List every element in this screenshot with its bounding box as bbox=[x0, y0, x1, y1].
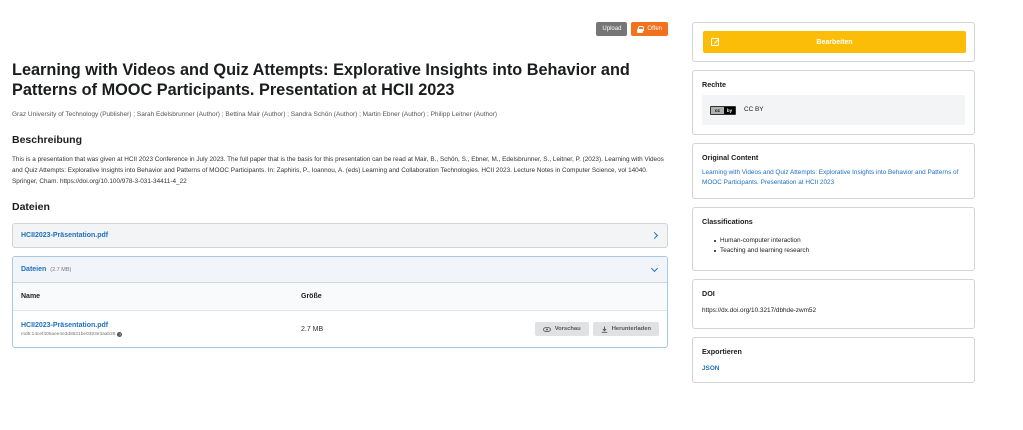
access-badge: Offen bbox=[631, 22, 668, 36]
license-box[interactable]: cc by CC BY bbox=[702, 95, 965, 125]
column-name: Name bbox=[21, 293, 41, 300]
files-box-title[interactable]: Dateien (2.7 MB) bbox=[21, 266, 71, 273]
doi-body: https://dx.doi.org/10.3217/dbhde-zwm52 bbox=[693, 306, 974, 328]
edit-button-label: Bearbeiten bbox=[816, 38, 853, 46]
file-preview-accordion[interactable]: HCII2023-Präsentation.pdf bbox=[12, 223, 668, 248]
file-size: 2.7 MB bbox=[301, 325, 324, 333]
files-heading: Dateien bbox=[12, 201, 50, 213]
eye-icon bbox=[542, 326, 551, 332]
question-circle-icon[interactable]: ? bbox=[117, 331, 123, 337]
files-box: Dateien (2.7 MB) Name Größe HCII2023-Prä… bbox=[12, 256, 668, 348]
creators-list: Graz University of Technology (Publisher… bbox=[12, 111, 498, 118]
classifications-list: Human-computer interaction Teaching and … bbox=[702, 236, 965, 256]
preview-button[interactable]: Vorschau bbox=[534, 322, 589, 336]
description-text: This is a presentation that was given at… bbox=[12, 156, 664, 185]
export-json-link[interactable]: JSON bbox=[702, 365, 719, 372]
upload-badge: Upload bbox=[596, 22, 628, 36]
original-content-card: Original Content Learning with Videos an… bbox=[692, 143, 975, 199]
preview-button-label: Vorschau bbox=[554, 326, 581, 332]
rights-body: cc by CC BY bbox=[693, 95, 974, 134]
doi-value: https://dx.doi.org/10.3217/dbhde-zwm52 bbox=[702, 307, 817, 314]
cc-by-icon: cc by bbox=[710, 105, 736, 115]
chevron-right-icon[interactable] bbox=[650, 231, 659, 240]
record-title: Learning with Videos and Quiz Attempts: … bbox=[12, 61, 630, 99]
files-box-header[interactable]: Dateien (2.7 MB) bbox=[13, 257, 667, 283]
download-icon bbox=[601, 326, 607, 333]
description-heading: Beschreibung bbox=[12, 134, 83, 146]
license-label: CC BY bbox=[744, 106, 764, 113]
access-badge-label: Offen bbox=[647, 26, 662, 32]
rights-card: Rechte cc by CC BY bbox=[692, 70, 975, 135]
chevron-down-icon[interactable] bbox=[650, 264, 659, 272]
record-main: Upload Offen Learning with Videos and Qu… bbox=[12, 22, 668, 348]
classifications-card: Classifications Human-computer interacti… bbox=[692, 207, 975, 271]
column-size: Größe bbox=[301, 293, 322, 300]
original-content-body: Learning with Videos and Quiz Attempts: … bbox=[693, 168, 974, 198]
original-content-heading: Original Content bbox=[702, 153, 759, 162]
export-card: Exportieren JSON bbox=[692, 337, 975, 383]
sidebar: Bearbeiten Rechte cc by CC BY Original Co… bbox=[692, 22, 975, 391]
files-box-size: (2.7 MB) bbox=[50, 267, 72, 273]
edit-button[interactable]: Bearbeiten bbox=[703, 31, 966, 53]
file-md5: md5:14cef405aee4e3d8621be0393e3aab28 bbox=[21, 331, 116, 337]
file-checksum: md5:14cef405aee4e3d8621be0393e3aab28 ? bbox=[21, 331, 301, 337]
table-row: HCII2023-Präsentation.pdf md5:14cef405ae… bbox=[13, 311, 667, 347]
edit-card: Bearbeiten bbox=[692, 22, 975, 62]
doi-heading: DOI bbox=[702, 289, 715, 298]
export-body: JSON bbox=[693, 364, 974, 382]
rights-heading: Rechte bbox=[702, 80, 726, 89]
classifications-body: Human-computer interaction Teaching and … bbox=[693, 236, 974, 270]
download-button[interactable]: Herunterladen bbox=[592, 322, 659, 336]
file-actions: Vorschau Herunterladen bbox=[534, 322, 659, 336]
list-item: Human-computer interaction bbox=[714, 236, 965, 246]
record-badges: Upload Offen bbox=[12, 22, 668, 36]
lock-icon bbox=[637, 25, 645, 33]
classifications-heading: Classifications bbox=[702, 217, 753, 226]
doi-card: DOI https://dx.doi.org/10.3217/dbhde-zwm… bbox=[692, 279, 975, 329]
list-item: Teaching and learning research bbox=[714, 246, 965, 256]
original-content-link[interactable]: Learning with Videos and Quiz Attempts: … bbox=[702, 169, 958, 186]
download-button-label: Herunterladen bbox=[611, 326, 651, 332]
files-box-title-text: Dateien bbox=[21, 266, 47, 273]
file-link[interactable]: HCII2023-Präsentation.pdf bbox=[21, 322, 301, 329]
file-preview-title[interactable]: HCII2023-Präsentation.pdf bbox=[21, 232, 108, 239]
files-table-header: Name Größe bbox=[13, 283, 667, 311]
file-name-cell: HCII2023-Präsentation.pdf md5:14cef405ae… bbox=[21, 322, 301, 337]
export-heading: Exportieren bbox=[702, 347, 742, 356]
